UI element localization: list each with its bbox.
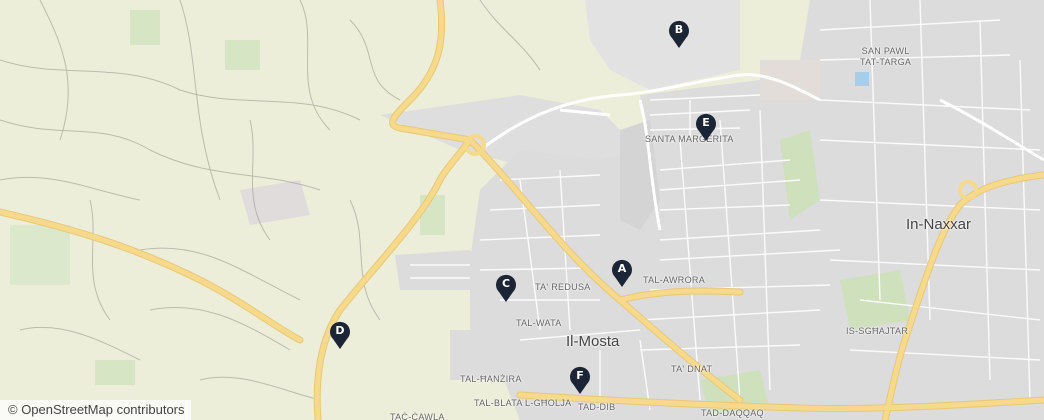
- map-marker-d[interactable]: D: [328, 320, 352, 350]
- map-marker-b[interactable]: B: [667, 19, 691, 49]
- map-attribution[interactable]: © OpenStreetMap contributors: [0, 400, 191, 420]
- marker-label: B: [674, 23, 684, 36]
- place-label-santa-margerita: SANTA MARGERITA: [645, 134, 734, 144]
- place-label-ta-redusa: TA' REDUSA: [535, 282, 591, 292]
- map-marker-c[interactable]: C: [494, 273, 518, 303]
- map-marker-e[interactable]: E: [694, 112, 718, 142]
- place-label-tad-dib: TAD-DIB: [578, 402, 616, 412]
- place-label-il-mosta: Il-Mosta: [566, 333, 620, 350]
- place-label-tal-wata: TAL-WATA: [516, 318, 562, 328]
- place-label-tad-daqqaq: TAD-DAQQAQ: [701, 408, 764, 418]
- place-label-tal-awrora: TAL-AWRORA: [643, 275, 706, 285]
- place-label-line: SAN PAWL: [861, 46, 910, 56]
- map-view[interactable]: SAN PAWL TAT-TARGA SANTA MARGERITA In-Na…: [0, 0, 1044, 420]
- map-marker-a[interactable]: A: [610, 258, 634, 288]
- place-label-in-naxxar: In-Naxxar: [906, 216, 972, 233]
- place-label-line: TAT-TARGA: [860, 57, 912, 67]
- place-label-san-pawl-tat-targa: SAN PAWL TAT-TARGA: [860, 46, 911, 68]
- place-label-tal-hanzira: TAL-ĦANŻIRA: [460, 374, 522, 384]
- marker-label: C: [501, 277, 511, 290]
- map-marker-f[interactable]: F: [568, 365, 592, 395]
- marker-label: E: [702, 116, 710, 129]
- marker-label: A: [617, 262, 627, 275]
- marker-label: D: [335, 324, 345, 337]
- place-label-is-sghajtar: IS-SGĦAJTAR: [846, 326, 909, 336]
- place-label-tal-blata-l-gholja: TAL-BLATA L-GĦOLJA: [474, 398, 572, 408]
- place-label-tac-cawla: TAĊ-ĊAWLA: [390, 412, 445, 420]
- marker-label: F: [576, 369, 584, 382]
- place-label-ta-dnat: TA' DNAT: [671, 364, 713, 374]
